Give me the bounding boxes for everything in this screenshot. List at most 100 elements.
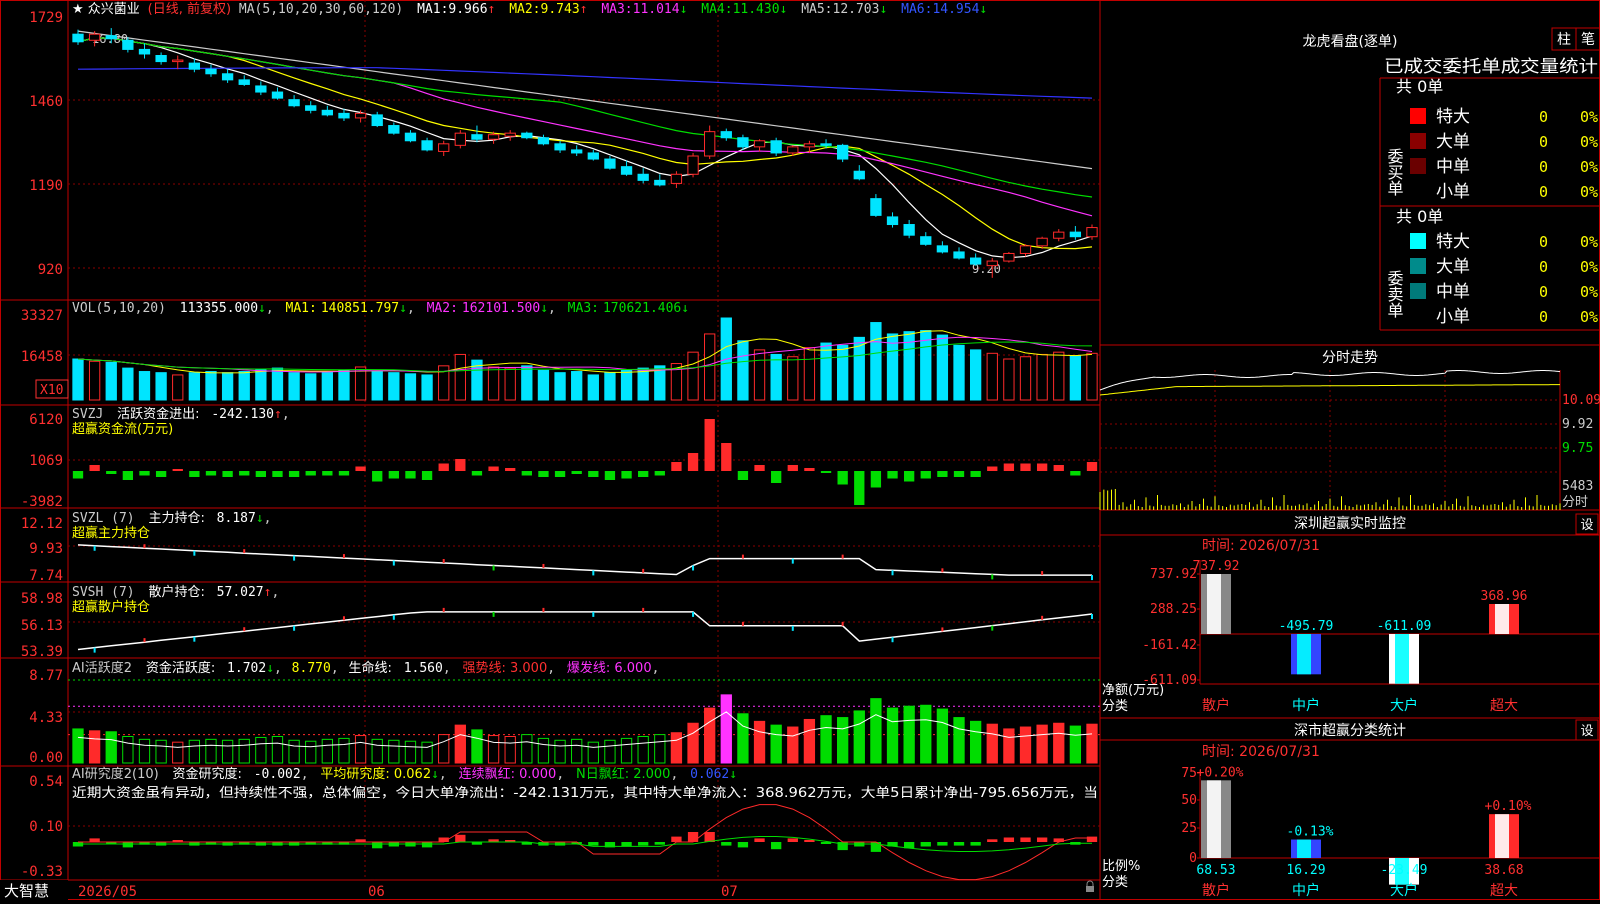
activity-bar [255,736,267,764]
activity-bar [421,741,433,764]
svzj-bar [804,468,815,471]
svzj-bar [571,471,582,474]
svzj-bar [538,471,549,477]
research-bar [588,842,599,846]
axis-label: 1729 [29,10,63,26]
lhb-sell-total: 共 0单 [1396,207,1443,226]
ma-line-6 [77,67,1093,99]
svzj-bar [1086,462,1098,471]
activity-bar [521,734,533,764]
volume-bar [371,371,383,401]
research-bar [754,838,765,842]
volume-bar [88,360,101,401]
activity-bar [737,713,749,764]
volume-bar [637,367,649,401]
svzj-bar [987,466,998,471]
panel-frame [0,0,1600,900]
brand-label[interactable]: 大智慧 [4,882,49,900]
bar-axis-label: 288.25 [1150,602,1197,617]
category-bar-hl [1297,634,1311,675]
axis-label: 9.93 [29,541,63,557]
svzj-bar [1036,463,1048,471]
volume-bar [255,368,267,401]
activity-bar [404,740,417,764]
activity-bar [853,710,865,764]
volume-bar [1086,352,1098,401]
svzj-value: -242.130 [211,407,274,422]
candle-body [271,91,284,99]
candle-body [305,105,317,111]
bar-value-label: -611.09 [1377,619,1432,634]
svzj-bar [372,471,383,482]
ss-x-label: 分类 [1102,875,1128,890]
volume-bar [870,322,882,401]
axis-label: 53.39 [21,644,63,660]
axis-label: -3982 [21,494,63,510]
candle-body [255,85,267,93]
vma2-arrow: ↓ [540,301,548,316]
tab-zhu-label: 柱 [1557,32,1571,48]
svzl-header: SVZL (7) 主力持仓: 8.187↓, [72,511,271,526]
bar-delta-label: +0.20% [1197,765,1244,780]
research-bar [621,842,632,847]
research-bar [870,842,882,852]
kline-header: ★ 众兴菌业 (日线, 前复权) MA(5,10,20,30,60,120) M… [72,1,987,17]
sz-monitor-title: 深圳超赢实时监控 [1294,515,1406,532]
candle-body [604,158,616,169]
candle-body [188,62,201,70]
svsh-title: 散户持仓: [148,584,204,600]
svzj-label: SVZJ [72,407,103,422]
period-label[interactable]: (日线, 前复权) [148,1,231,17]
svzj-bar [854,471,865,505]
stock-name[interactable]: 众兴菌业 [88,2,140,17]
volume-bar [354,366,367,401]
lhb-buy-rows: 特大 0 0% 大单 0 0% 中单 0 0% 小单 0 0% [1410,107,1598,202]
candle-body [587,152,599,160]
ai2-nred: N日飘红: 2.000 [576,766,670,782]
volume-bar [886,333,899,401]
activity-bar [88,730,101,764]
activity-bar [1086,723,1098,764]
lock-icon[interactable] [1086,880,1094,892]
volume-bar [820,342,832,401]
activity-bar [770,724,782,764]
category-bar-hl [1297,839,1311,858]
ai2-title: 资金研究度: [173,766,242,782]
ma-params: MA(5,10,20,30,60,120) [239,2,403,17]
candle-body [504,132,516,137]
research-bar [421,842,433,848]
vma1-label: MA1: [286,301,317,316]
svzj-bar [1053,465,1064,471]
svzj-bar [920,471,931,479]
activity-bar [537,737,550,764]
volume-bar [969,349,982,401]
volume-bar [72,358,84,401]
svzj-arrow: ↑ [274,407,282,422]
volume-bar [770,353,782,401]
candle-body [1036,237,1048,247]
activity-bar [504,736,516,764]
candle-body [72,33,84,43]
svzj-bar [322,471,333,476]
ai1-header: AI活跃度2 资金活跃度: 1.702↓, 8.770, 生命线: 1.560,… [72,660,659,676]
lhb-swatch [1410,258,1426,274]
ma5-arrow: ↓ [879,2,887,17]
lhb-row-count: 0 [1539,233,1548,251]
volume-bar [521,365,533,401]
candle-body [637,173,649,181]
activity-bar [321,738,333,764]
volume-chart [72,317,1098,401]
activity-bar [654,734,666,764]
ss-y-label: 比例% [1102,859,1140,874]
svzj-bar [621,471,632,479]
ma4-value: 11.430 [733,2,780,17]
candle-body [105,35,117,40]
volume-bar [288,372,300,401]
svzj-bar [671,462,682,471]
lhb-row-count: 0 [1539,183,1548,201]
lhb-buy-group: 共 0单 委买单 特大 0 0% 大单 0 0% 中单 0 0% 小单 0 0% [1385,77,1599,202]
candle-body [338,112,350,119]
ai1-value2: 8.770 [292,661,331,676]
svzl-value: 8.187 [217,511,256,526]
svsh-line [77,611,1093,651]
